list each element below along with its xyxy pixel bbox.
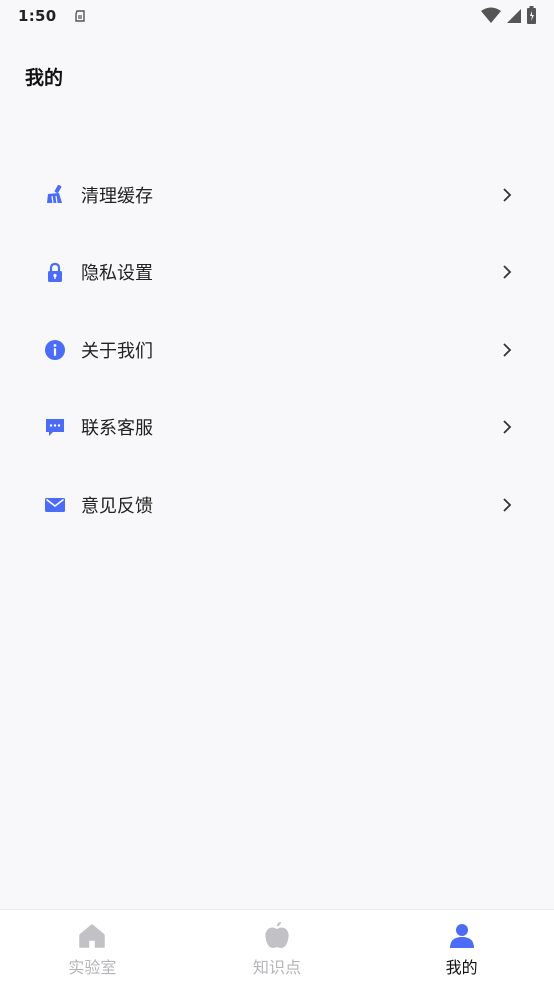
mail-icon [45,495,65,515]
lock-icon [45,262,65,283]
apple-icon [263,922,291,950]
menu-item-label: 联系客服 [81,418,153,440]
chevron-right-icon [500,265,514,279]
menu-item-privacy-settings[interactable]: 隐私设置 [0,234,554,312]
tab-mine[interactable]: 我的 [369,910,554,984]
info-icon [45,339,65,360]
notification-icon [73,9,87,23]
chat-icon [45,417,65,437]
tab-label: 实验室 [68,958,117,977]
chevron-right-icon [500,343,514,357]
menu-item-label: 清理缓存 [81,185,153,207]
tab-label: 知识点 [253,958,302,977]
status-indicators [481,6,536,28]
user-icon [448,922,476,950]
menu-item-clear-cache[interactable]: 清理缓存 [0,156,554,234]
menu-item-label: 隐私设置 [81,263,153,285]
menu-item-label: 意见反馈 [81,495,153,517]
tab-knowledge-points[interactable]: 知识点 [185,910,370,984]
home-icon [78,922,106,950]
menu-item-customer-service[interactable]: 联系客服 [0,389,554,467]
battery-icon [527,6,536,28]
chevron-right-icon [500,498,514,512]
tab-label: 我的 [445,958,478,977]
status-time: 1:50 [18,7,57,25]
menu-item-feedback[interactable]: 意见反馈 [0,466,554,544]
menu-item-label: 关于我们 [81,340,153,362]
status-bar: 1:50 [0,0,554,32]
chevron-right-icon [500,420,514,434]
chevron-right-icon [500,188,514,202]
broom-icon [45,184,65,205]
settings-menu: 清理缓存 隐私设置 关于我们 联系客服 意见反馈 [0,156,554,544]
bottom-tab-bar: 实验室 知识点 我的 [0,909,554,984]
signal-icon [507,7,521,27]
wifi-icon [481,7,501,27]
tab-lab[interactable]: 实验室 [0,910,185,984]
page-title: 我的 [25,67,64,89]
menu-item-about-us[interactable]: 关于我们 [0,311,554,389]
